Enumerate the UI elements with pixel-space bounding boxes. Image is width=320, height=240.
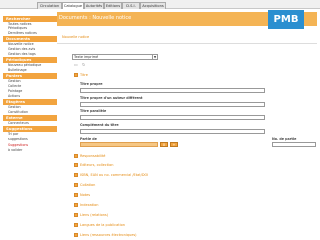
tab-autorites[interactable]: Autorités <box>84 2 104 9</box>
sidebar-item[interactable]: Actions <box>3 94 57 99</box>
section-isbn[interactable]: ISBN, EAN ou no. commercial /Etat/DOI <box>80 173 148 177</box>
titre-parallele-label: Titre parallèle <box>80 109 107 113</box>
expand-icon[interactable] <box>74 183 78 187</box>
section-editeurs[interactable]: Editeurs, collection <box>80 163 113 167</box>
sidebar-item[interactable]: suggestions <box>3 137 57 142</box>
sidebar-item-a-valider[interactable]: à valider <box>3 148 57 153</box>
expand-icon[interactable] <box>74 203 78 207</box>
sidebar-item[interactable]: Gestion des tags <box>3 52 57 57</box>
expand-icon[interactable] <box>74 154 78 158</box>
titre-parallele-input[interactable] <box>80 115 265 120</box>
refresh-icon[interactable]: ↻ <box>82 62 86 67</box>
section-liens[interactable]: Liens (relations) <box>80 213 108 217</box>
no-partie-input[interactable] <box>272 142 316 147</box>
expand-icon[interactable] <box>74 163 78 167</box>
sidebar-item[interactable]: Dernières notices <box>3 31 57 36</box>
tab-editions[interactable]: Editions <box>104 2 122 9</box>
section-indexation[interactable]: Indexation <box>80 203 98 207</box>
tab-circulation[interactable]: Circulation <box>37 2 62 9</box>
expand-icon[interactable] <box>74 233 78 237</box>
section-notes[interactable]: Notes <box>80 193 90 197</box>
section-responsabilite[interactable]: Responsabilité <box>80 154 105 158</box>
partie-de-input[interactable] <box>80 142 158 147</box>
tab-catalogue[interactable]: Catalogue <box>62 2 84 9</box>
chevron-down-icon: ▼ <box>152 55 157 60</box>
page-title: Documents : Nouvelle notice <box>59 15 132 21</box>
titre-propre-autre-label: Titre propre d'un auteur différent <box>80 96 143 100</box>
complement-input[interactable] <box>80 129 265 134</box>
sidebar-item[interactable]: Constitution <box>3 110 57 115</box>
add-button[interactable]: + <box>170 142 178 147</box>
section-ressources[interactable]: Liens (ressources électroniques) <box>80 233 137 237</box>
tab-acquisitions[interactable]: Acquisitions <box>140 2 166 9</box>
sidebar-item[interactable]: Bulletinage <box>3 68 57 73</box>
no-partie-label: No. de partie <box>272 137 297 141</box>
expand-icon[interactable] <box>74 223 78 227</box>
section-collation[interactable]: Collation <box>80 183 95 187</box>
top-nav-bar: Circulation Catalogue Autorités Editions… <box>0 0 320 9</box>
save-icon[interactable]: ▭ <box>74 62 78 67</box>
titre-propre-label: Titre propre <box>80 82 103 86</box>
document-type-select[interactable]: Texte imprimé ▼ <box>72 54 158 60</box>
titre-propre-autre-input[interactable] <box>80 102 265 107</box>
tab-dsi[interactable]: D.S.I. <box>122 2 140 9</box>
select-value: Texte imprimé <box>74 55 99 59</box>
pmb-logo: PMB <box>268 10 304 29</box>
sidebar-item[interactable]: Connecteurs <box>3 121 57 126</box>
partie-de-label: Partie de <box>80 137 97 141</box>
expand-icon[interactable] <box>74 193 78 197</box>
divider <box>57 43 317 44</box>
section-langues[interactable]: Langues de la publication <box>80 223 125 227</box>
titre-propre-input[interactable] <box>80 88 265 93</box>
expand-icon[interactable] <box>74 73 78 77</box>
notice-heading: Nouvelle notice <box>62 35 90 39</box>
clear-button[interactable]: X <box>160 142 168 147</box>
section-title: Titre <box>80 73 88 77</box>
complement-label: Complément du titre <box>80 123 119 127</box>
expand-icon[interactable] <box>74 213 78 217</box>
expand-icon[interactable] <box>74 173 78 177</box>
sidebar-menu: Rechercher Toutes notices Périodiques De… <box>3 15 57 240</box>
